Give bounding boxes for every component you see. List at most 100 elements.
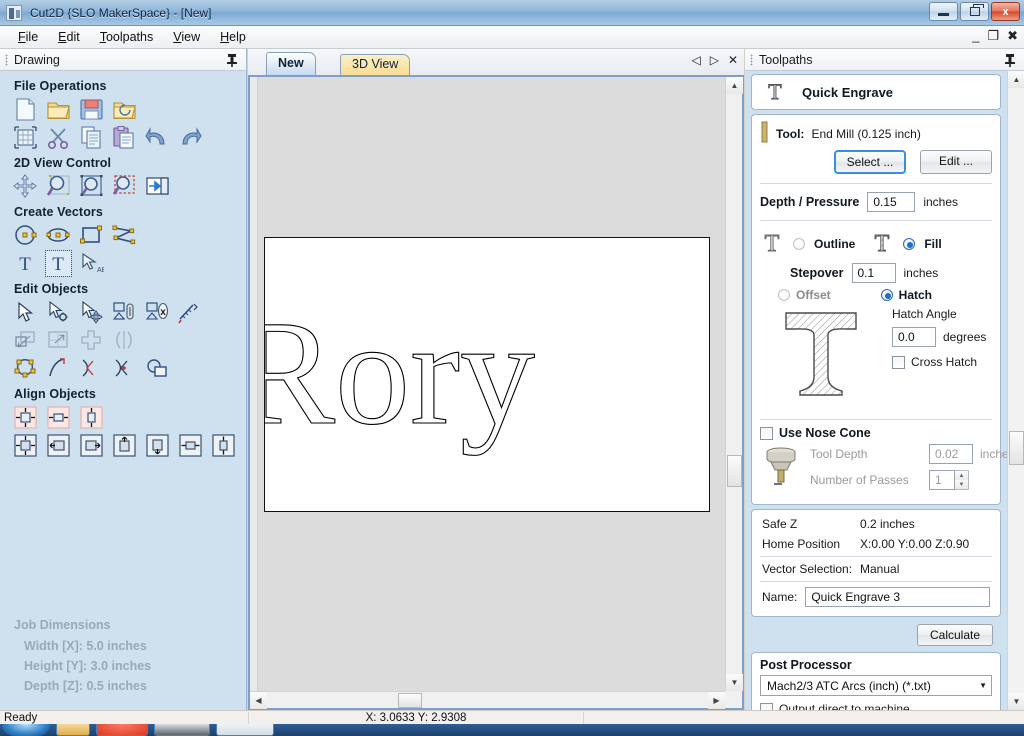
job-setup-icon[interactable] [13,125,38,150]
canvas-inner[interactable]: Rory [258,77,725,691]
tab-3d-view[interactable]: 3D View [340,54,411,75]
passes-input[interactable]: 1 [929,470,955,490]
taskbar-item-2[interactable] [96,724,148,736]
save-icon[interactable] [79,97,104,122]
rectangle-icon[interactable] [79,223,104,248]
align-center-icon[interactable] [13,405,38,430]
mirror-icon[interactable] [112,328,137,353]
calculate-button[interactable]: Calculate [917,624,993,646]
open-recent-icon[interactable] [112,97,137,122]
canvas-horizontal-scrollbar[interactable]: ◀ ▶ [250,691,725,709]
horizontal-scroll-thumb[interactable] [398,693,422,708]
align-v-center-icon[interactable] [211,433,236,458]
scroll-right-button[interactable]: ▶ [708,692,725,709]
menu-view[interactable]: View [163,28,210,46]
tab-prev-icon[interactable]: ◁ [691,53,700,67]
menu-toolpaths[interactable]: Toolpaths [90,28,164,46]
close-vector-icon[interactable]: x [145,300,170,325]
taskbar-item-3[interactable] [154,724,210,736]
depth-input[interactable]: 0.15 [867,192,916,212]
mdi-minimize-button[interactable]: _ [972,29,979,42]
align-left-icon[interactable] [46,433,71,458]
panel-scroll-down-button[interactable]: ▼ [1008,693,1024,710]
vertical-scroll-thumb[interactable] [727,455,742,487]
panel-scroll-up-button[interactable]: ▲ [1008,71,1024,88]
tab-new[interactable]: New [266,52,316,75]
menu-help[interactable]: Help [210,28,256,46]
cut-scissors-icon[interactable] [46,125,71,150]
close-button[interactable]: x [991,2,1020,21]
smooth-node-icon[interactable] [79,356,104,381]
maximize-button[interactable] [960,2,989,21]
passes-decrement-icon[interactable]: ▼ [955,480,968,489]
taskbar-item-1[interactable] [56,724,90,736]
start-button[interactable] [2,724,50,736]
align-center-h-icon[interactable] [46,405,71,430]
tab-close-icon[interactable]: ✕ [728,53,738,67]
mdi-close-button[interactable]: ✖ [1007,29,1018,42]
cross-hatch-checkbox[interactable] [892,355,905,369]
weld-icon[interactable] [145,356,170,381]
mdi-restore-button[interactable]: ❐ [987,29,999,42]
align-h-center-icon[interactable] [178,433,203,458]
toolpath-name-input[interactable]: Quick Engrave 3 [805,587,990,607]
menu-file[interactable]: File [8,28,48,46]
open-folder-icon[interactable] [46,97,71,122]
passes-increment-icon[interactable]: ▲ [955,471,968,480]
hatch-angle-input[interactable]: 0.0 [892,327,936,347]
offset-icon[interactable] [13,328,38,353]
pin-icon[interactable] [1004,53,1016,67]
circle-icon[interactable] [13,223,38,248]
fill-radio[interactable] [903,237,916,250]
align-center-v-icon[interactable] [79,405,104,430]
use-nose-cone-checkbox[interactable] [760,426,773,440]
scroll-left-button[interactable]: ◀ [250,692,267,709]
stepover-input[interactable]: 0.1 [851,263,896,283]
edit-tool-button[interactable]: Edit ... [920,150,992,174]
insert-node-icon[interactable] [112,356,137,381]
copy-icon[interactable] [79,125,104,150]
text-on-curve-icon[interactable]: AB [79,251,104,276]
redo-icon[interactable] [178,125,203,150]
zoom-in-icon[interactable] [46,174,71,199]
canvas-viewport[interactable]: Rory ▲ ▼ ◀ ▶ [248,75,744,710]
align-right-icon[interactable] [79,433,104,458]
array-copy-icon[interactable] [79,328,104,353]
canvas-vertical-scrollbar[interactable]: ▲ ▼ [725,77,743,691]
tab-next-icon[interactable]: ▷ [710,53,719,67]
move-node-icon[interactable] [79,300,104,325]
menu-edit[interactable]: Edit [48,28,90,46]
create-text-icon[interactable]: T [13,251,38,276]
node-edit-icon[interactable] [46,300,71,325]
measure-icon[interactable] [178,300,203,325]
new-file-icon[interactable] [13,97,38,122]
align-material-center-icon[interactable] [13,433,38,458]
minimize-button[interactable] [929,2,958,21]
text-selected-icon[interactable]: T [45,250,72,277]
scroll-up-button[interactable]: ▲ [726,77,743,94]
undo-icon[interactable] [145,125,170,150]
select-arrow-icon[interactable] [13,300,38,325]
toolpaths-scrollbar[interactable]: ▲ ▼ [1007,71,1024,710]
outline-radio[interactable] [793,237,805,250]
hatch-radio[interactable] [880,289,893,301]
align-bottom-icon[interactable] [145,433,170,458]
zoom-box-icon[interactable] [112,174,137,199]
curve-tool-icon[interactable] [46,356,71,381]
tool-depth-input[interactable]: 0.02 [929,444,973,464]
ellipse-icon[interactable] [46,223,71,248]
panel-scroll-thumb[interactable] [1009,431,1024,465]
zoom-selected-icon[interactable] [145,174,170,199]
join-vectors-icon[interactable] [112,300,137,325]
fillet-icon[interactable] [46,328,71,353]
select-tool-button[interactable]: Select ... [834,150,906,174]
pan-icon[interactable] [13,174,38,199]
pin-icon[interactable] [226,53,238,67]
edit-nodes-icon[interactable] [13,356,38,381]
passes-stepper[interactable]: 1 ▲ ▼ [929,470,969,490]
offset-radio[interactable] [778,289,790,301]
paste-icon[interactable] [112,125,137,150]
scroll-down-button[interactable]: ▼ [726,674,743,691]
zoom-extents-icon[interactable] [79,174,104,199]
polyline-icon[interactable] [112,223,137,248]
